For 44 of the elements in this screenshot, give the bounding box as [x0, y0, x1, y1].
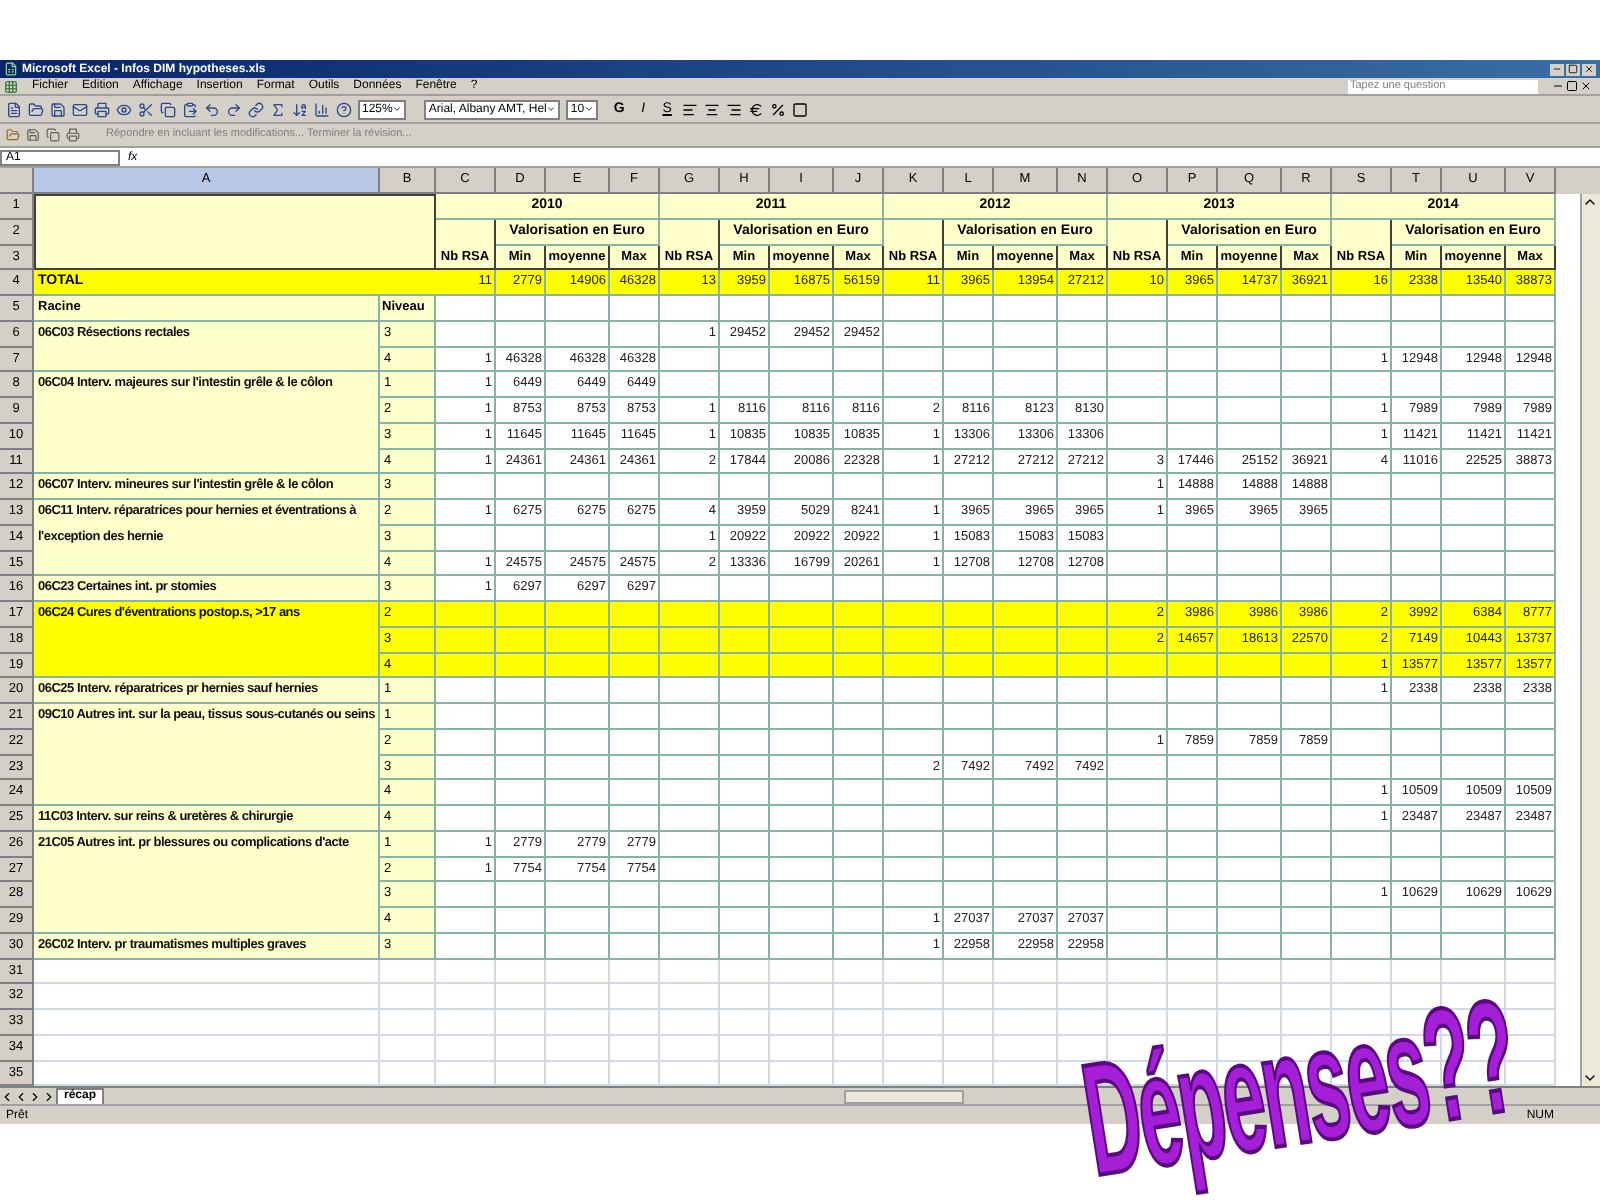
- chart-icon[interactable]: [314, 101, 330, 117]
- new-file-icon[interactable]: [6, 101, 22, 117]
- caret-icon: [546, 104, 557, 114]
- copy-icon[interactable]: [46, 128, 60, 142]
- cut-icon[interactable]: [138, 101, 154, 117]
- borders-icon[interactable]: [792, 101, 809, 117]
- next-sheet-icon[interactable]: [28, 1089, 42, 1104]
- scroll-up-icon[interactable]: [1582, 194, 1598, 210]
- print-icon[interactable]: [66, 128, 80, 142]
- sort-icon[interactable]: [292, 101, 308, 117]
- close-icon[interactable]: [1580, 80, 1592, 92]
- sum-icon[interactable]: [270, 101, 286, 117]
- copy-icon[interactable]: [160, 101, 176, 117]
- mail-icon[interactable]: [72, 101, 88, 117]
- previous-sheet-icon[interactable]: [14, 1089, 28, 1104]
- align-center-icon[interactable]: [704, 101, 721, 117]
- save-icon[interactable]: [26, 128, 40, 142]
- maximize-button[interactable]: [1566, 63, 1580, 75]
- paste-icon[interactable]: [182, 101, 198, 117]
- minimize-icon[interactable]: [1552, 80, 1564, 92]
- wordart-caption: Dépenses??: [1070, 977, 1528, 1200]
- redo-icon[interactable]: [226, 101, 242, 117]
- print-icon[interactable]: [94, 101, 110, 117]
- euro-icon[interactable]: [748, 101, 765, 117]
- help-icon[interactable]: [336, 101, 352, 117]
- save-icon[interactable]: [50, 101, 66, 117]
- workbook-icon: [4, 79, 18, 93]
- close-button[interactable]: [1582, 63, 1596, 75]
- first-sheet-icon[interactable]: [0, 1089, 14, 1104]
- percent-icon[interactable]: [770, 101, 787, 117]
- last-sheet-icon[interactable]: [42, 1089, 56, 1104]
- select-all-corner[interactable]: [0, 168, 34, 194]
- caret-icon: [584, 104, 595, 114]
- restore-icon[interactable]: [1566, 80, 1578, 92]
- minimize-button[interactable]: [1550, 63, 1564, 75]
- preview-icon[interactable]: [116, 101, 132, 117]
- vertical-scrollbar[interactable]: [1580, 194, 1600, 1087]
- undo-icon[interactable]: [204, 101, 220, 117]
- align-right-icon[interactable]: [726, 101, 743, 117]
- align-left-icon[interactable]: [682, 101, 699, 117]
- horizontal-scrollbar[interactable]: [844, 1089, 965, 1104]
- caret-icon: [392, 104, 403, 114]
- excel-logo-icon: [4, 62, 18, 76]
- link-icon[interactable]: [248, 101, 264, 117]
